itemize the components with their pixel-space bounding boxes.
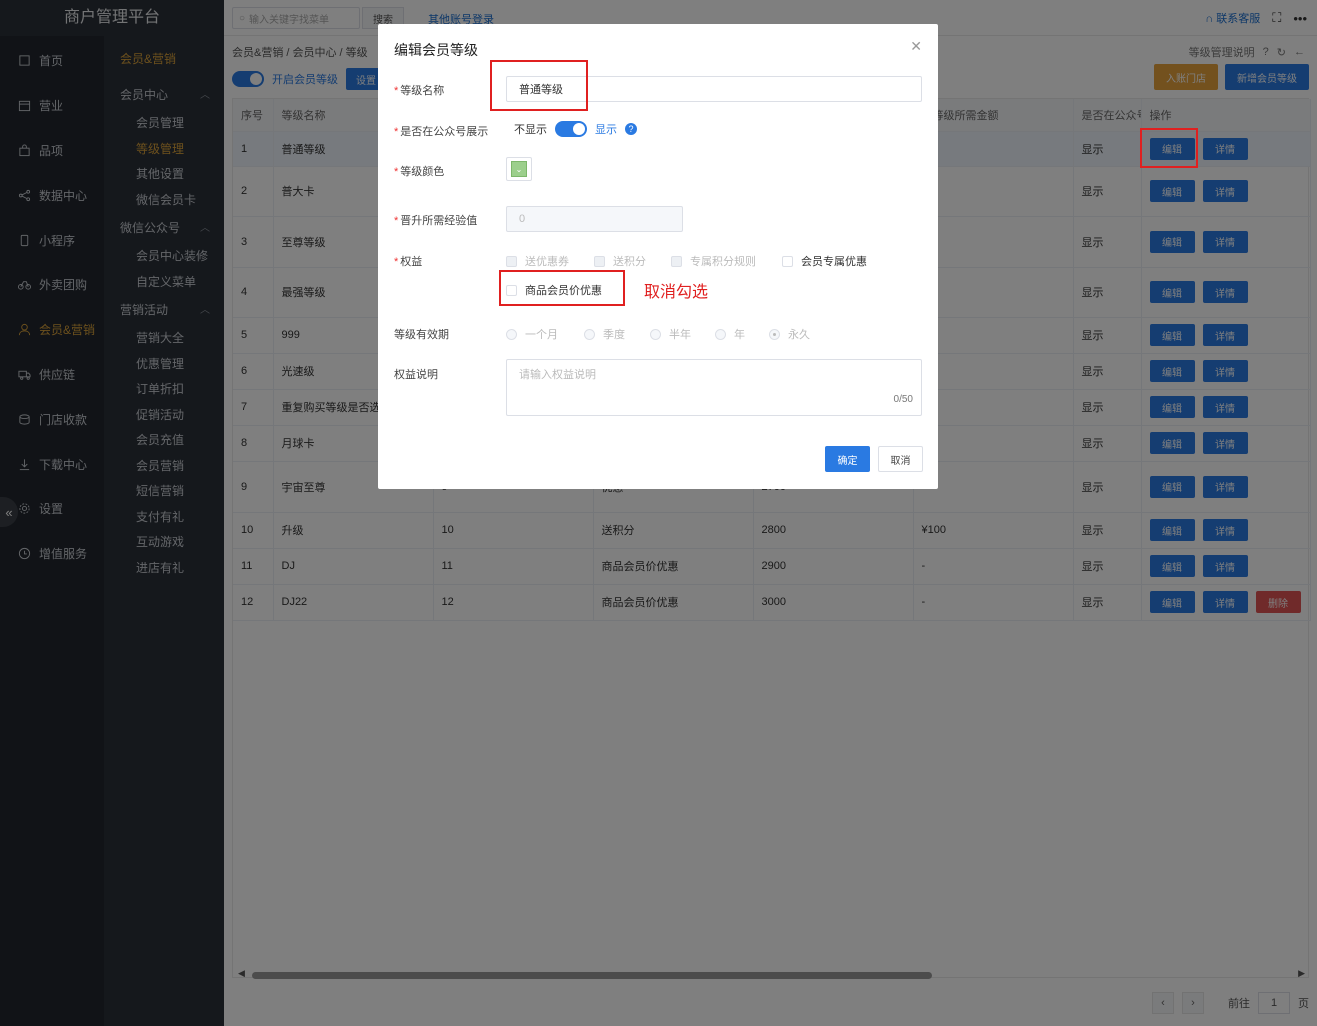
chevron-down-icon: ⌄	[511, 161, 527, 177]
rights-label: * 权益	[394, 256, 423, 268]
validity-radio-2[interactable]: 半年	[650, 326, 691, 342]
show-on-account-label: * 是否在公众号展示	[394, 126, 489, 138]
dialog-title: 编辑会员等级	[394, 42, 478, 58]
checkbox-box	[782, 255, 793, 267]
radio-label: 季度	[603, 329, 625, 341]
validity-radio-3[interactable]: 年	[715, 326, 745, 342]
rights-checkbox-0[interactable]: 送优惠券	[506, 253, 569, 269]
question-icon[interactable]: ?	[625, 123, 637, 135]
close-icon[interactable]: ✕	[910, 38, 922, 55]
show-text: 显示	[595, 124, 617, 136]
radio-label: 一个月	[525, 329, 558, 341]
edit-level-dialog: 编辑会员等级 ✕ * 等级名称 普通等级 * 是否在公众号展示 不显示 显示 ? *…	[378, 24, 938, 489]
desc-label: 权益说明	[394, 369, 438, 381]
checkbox-label: 会员专属优惠	[801, 256, 867, 268]
checkbox-box	[671, 255, 682, 267]
show-toggle-row: 不显示 显示 ?	[514, 121, 637, 137]
rights-checkbox-2[interactable]: 专属积分规则	[671, 253, 756, 269]
checkbox-box	[506, 255, 517, 267]
checkbox-label: 专属积分规则	[690, 256, 756, 268]
confirm-button[interactable]: 确定	[825, 446, 870, 472]
exp-label: * 晋升所需经验值	[394, 215, 478, 227]
validity-radio-4[interactable]: 永久	[769, 326, 810, 342]
checkbox-box	[594, 255, 605, 267]
radio-dot	[506, 328, 517, 340]
radio-label: 半年	[669, 329, 691, 341]
rights-highlight	[499, 270, 625, 306]
annotation-text: 取消勾选	[644, 284, 709, 301]
show-on-account-switch[interactable]	[555, 121, 587, 137]
validity-radio-0[interactable]: 一个月	[506, 326, 558, 342]
radio-dot	[584, 328, 595, 340]
desc-placeholder: 请输入权益说明	[519, 369, 596, 381]
cancel-button[interactable]: 取消	[878, 446, 923, 472]
char-counter: 0/50	[893, 394, 913, 405]
radio-label: 永久	[788, 329, 810, 341]
radio-dot	[650, 328, 661, 340]
exp-input[interactable]: 0	[506, 206, 683, 232]
rights-description-textarea[interactable]: 请输入权益说明 0/50	[506, 359, 922, 416]
edit-button-highlight	[1140, 128, 1198, 168]
rights-checkbox-3[interactable]: 会员专属优惠	[782, 253, 867, 269]
radio-dot	[715, 328, 726, 340]
name-highlight	[490, 60, 588, 111]
checkbox-label: 送优惠券	[525, 256, 569, 268]
level-color-label: * 等级颜色	[394, 166, 445, 178]
level-color-picker[interactable]: ⌄	[506, 157, 532, 181]
checkbox-label: 送积分	[613, 256, 646, 268]
radio-dot	[769, 328, 780, 340]
hide-text: 不显示	[514, 124, 547, 136]
radio-label: 年	[734, 329, 745, 341]
validity-radio-1[interactable]: 季度	[584, 326, 625, 342]
level-name-label: * 等级名称	[394, 85, 445, 97]
validity-label: 等级有效期	[394, 329, 449, 341]
rights-checkbox-1[interactable]: 送积分	[594, 253, 646, 269]
